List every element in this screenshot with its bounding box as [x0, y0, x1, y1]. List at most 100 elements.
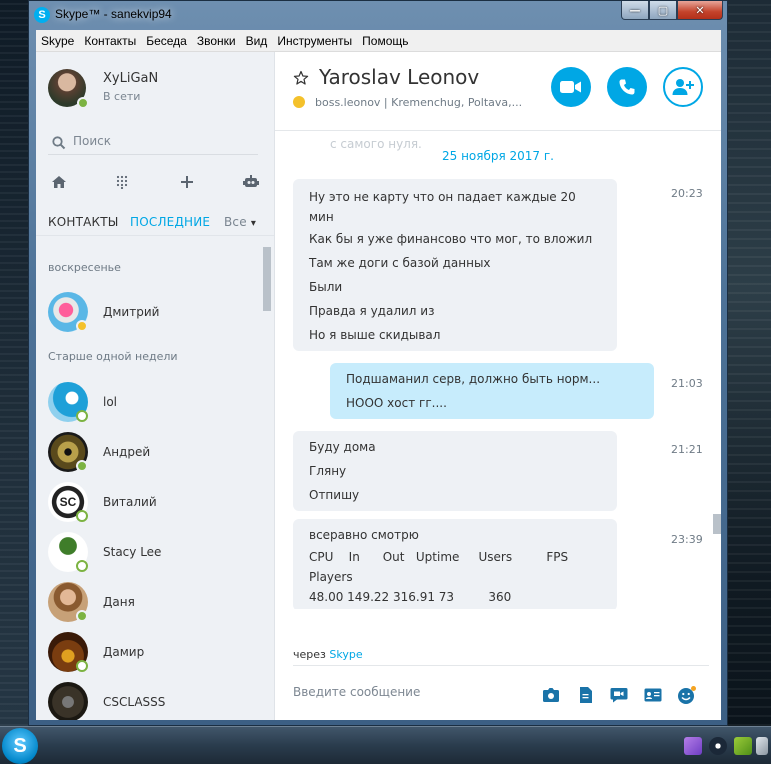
message-time: 21:21	[671, 443, 703, 456]
dialpad-button[interactable]	[111, 171, 133, 193]
message-bubble-incoming[interactable]: всеравно смотрю CPU In Out Uptime Users …	[293, 519, 617, 609]
presence-online-icon	[77, 97, 89, 109]
sidebar-scrollbar[interactable]	[263, 247, 271, 311]
presence-away-icon	[76, 320, 88, 332]
message-line: мин	[309, 210, 334, 224]
message-line: Подшаманил серв, должно быть норм...	[346, 372, 601, 386]
presence-online-icon	[76, 460, 88, 472]
send-file-button[interactable]	[575, 686, 595, 704]
add-button[interactable]	[176, 171, 198, 193]
title-bar[interactable]: S Skype™ - sanekvip94 — ▢ ✕	[29, 1, 727, 29]
chat-header: Yaroslav Leonov boss.leonov | Kremenchug…	[275, 52, 721, 131]
contact-item-lol[interactable]: lol	[48, 382, 268, 424]
video-camera-icon	[560, 81, 581, 93]
tray-network-icon[interactable]	[756, 737, 768, 755]
message-line: Там же доги с базой данных	[309, 256, 491, 270]
sidebar: XyLiGaN В сети Поиск КОНТАКТЫ ПОСЛЕДНИЕ …	[36, 52, 275, 720]
message-time: 20:23	[671, 187, 703, 200]
message-line: Отпишу	[309, 488, 360, 502]
via-skype-label: через Skype	[293, 648, 363, 661]
profile[interactable]: XyLiGaN В сети	[48, 69, 268, 109]
contact-item-stacy-lee[interactable]: Stacy Lee	[48, 532, 268, 574]
skype-logo-icon: S	[34, 7, 50, 23]
contact-item-csclasss[interactable]: CSCLASSS	[48, 682, 268, 720]
image-icon	[543, 688, 559, 702]
contact-name: Виталий	[103, 495, 157, 509]
filter-all-dropdown[interactable]: Все ▾	[224, 215, 256, 229]
phone-icon	[619, 79, 635, 95]
filter-all-label: Все	[224, 215, 247, 229]
home-button[interactable]	[48, 171, 70, 193]
send-image-button[interactable]	[541, 686, 561, 704]
video-call-button[interactable]	[551, 67, 591, 107]
message-input[interactable]: Введите сообщение	[293, 685, 420, 699]
menu-tools[interactable]: Инструменты	[272, 34, 357, 48]
message-line: CPU In Out Uptime Users FPS	[309, 550, 569, 564]
contact-item-vitaliy[interactable]: SC Виталий	[48, 482, 268, 524]
skype-window: S Skype™ - sanekvip94 — ▢ ✕ Skype Контак…	[28, 0, 728, 726]
contact-card-icon	[644, 688, 662, 702]
message-line: НООО хост гг....	[346, 396, 447, 410]
minimize-button[interactable]: —	[621, 1, 649, 20]
presence-online-icon	[76, 610, 88, 622]
menu-skype[interactable]: Skype	[36, 34, 79, 48]
section-older: Старше одной недели	[48, 350, 178, 363]
message-bubble-incoming[interactable]: Ну это не карту что он падает каждые 20 …	[293, 179, 617, 351]
via-prefix: через	[293, 648, 326, 661]
profile-status[interactable]: В сети	[103, 90, 140, 103]
menu-conversation[interactable]: Беседа	[141, 34, 192, 48]
sidebar-toolbar	[48, 171, 262, 195]
chat-scrollbar[interactable]	[713, 514, 721, 534]
video-message-icon	[610, 688, 628, 703]
client-area: XyLiGaN В сети Поиск КОНТАКТЫ ПОСЛЕДНИЕ …	[36, 52, 721, 720]
contact-item-damir[interactable]: Дамир	[48, 632, 268, 674]
presence-offline-icon	[76, 660, 88, 672]
tab-recent[interactable]: ПОСЛЕДНИЕ	[130, 215, 210, 229]
menu-view[interactable]: Вид	[241, 34, 273, 48]
search-box[interactable]: Поиск	[48, 132, 258, 155]
add-people-button[interactable]	[663, 67, 703, 107]
presence-offline-icon	[76, 410, 88, 422]
message-line: Как бы я уже финансово что мог, то вложи…	[309, 232, 593, 246]
contact-name: Даня	[103, 595, 135, 609]
message-bubble-incoming[interactable]: Буду дома Гляну Отпишу	[293, 431, 617, 511]
tray-green-app-icon[interactable]	[734, 737, 752, 755]
close-button[interactable]: ✕	[677, 1, 723, 20]
presence-offline-icon	[76, 510, 88, 522]
tray-steam-icon[interactable]	[709, 737, 727, 755]
bot-icon	[243, 175, 259, 187]
contact-item-danya[interactable]: Даня	[48, 582, 268, 624]
video-message-button[interactable]	[609, 686, 629, 704]
menu-bar: Skype Контакты Беседа Звонки Вид Инструм…	[36, 30, 721, 52]
via-brand-link[interactable]: Skype	[329, 648, 362, 661]
audio-call-button[interactable]	[607, 67, 647, 107]
send-contacts-button[interactable]	[643, 686, 663, 704]
message-line: всеравно смотрю	[309, 528, 419, 542]
contact-item-andrey[interactable]: Андрей	[48, 432, 268, 474]
contact-name: Дамир	[103, 645, 145, 659]
contact-name: Дмитрий	[103, 305, 160, 319]
message-list: с самого нуля. 25 ноября 2017 г. Ну это …	[275, 131, 721, 609]
emoticon-button[interactable]	[677, 686, 697, 704]
maximize-button[interactable]: ▢	[649, 1, 677, 20]
taskbar-skype-button[interactable]: S	[2, 728, 38, 764]
message-line: Правда я удалил из	[309, 304, 435, 318]
favorite-star-icon[interactable]	[293, 70, 309, 86]
menu-contacts[interactable]: Контакты	[79, 34, 141, 48]
search-icon	[52, 136, 66, 150]
profile-name: XyLiGaN	[103, 71, 159, 86]
message-time: 23:39	[671, 533, 703, 546]
chat-contact-name[interactable]: Yaroslav Leonov	[319, 65, 479, 89]
contact-item-dmitriy[interactable]: Дмитрий	[48, 292, 268, 334]
contact-tabs: КОНТАКТЫ ПОСЛЕДНИЕ Все ▾	[48, 213, 268, 233]
menu-help[interactable]: Помощь	[357, 34, 413, 48]
tab-divider	[36, 235, 274, 236]
tab-contacts[interactable]: КОНТАКТЫ	[48, 215, 119, 229]
menu-calls[interactable]: Звонки	[192, 34, 241, 48]
contact-name: CSCLASSS	[103, 695, 166, 709]
chat-subtitle-text: boss.leonov | Kremenchug, Poltava,...	[315, 96, 523, 109]
bots-button[interactable]	[240, 171, 262, 193]
message-bubble-outgoing[interactable]: Подшаманил серв, должно быть норм... НОО…	[330, 363, 654, 419]
tray-feather-icon[interactable]	[684, 737, 702, 755]
presence-offline-icon	[76, 560, 88, 572]
